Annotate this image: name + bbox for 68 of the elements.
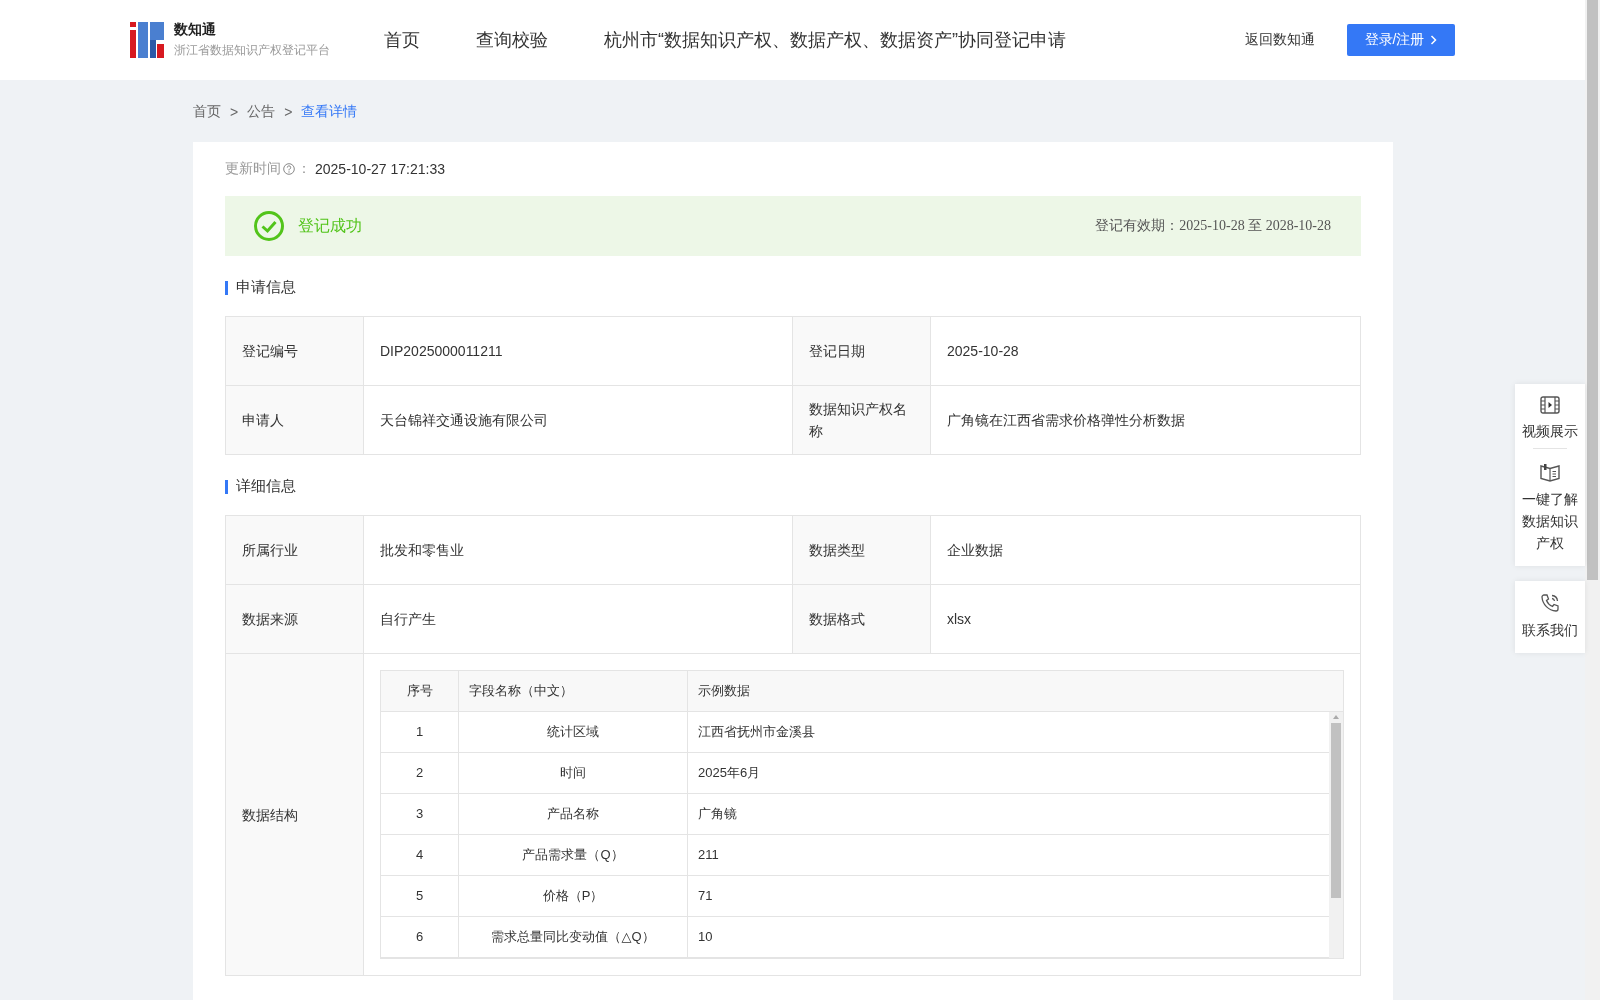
section-title: 申请信息 xyxy=(236,278,296,297)
update-separator: ： xyxy=(297,160,311,178)
validity-period: 2025-10-28 至 2028-10-28 xyxy=(1179,217,1331,235)
table-cell: 统计区域 xyxy=(459,712,688,752)
field-label: 数据来源 xyxy=(226,585,364,654)
scroll-up-icon[interactable] xyxy=(1332,714,1340,720)
table-cell: 3 xyxy=(381,794,459,834)
table-cell: 产品需求量（Q） xyxy=(459,835,688,875)
phone-icon xyxy=(1540,593,1560,613)
breadcrumb-separator: > xyxy=(284,104,293,120)
field-label: 数据知识产权名称 xyxy=(793,386,931,455)
field-label: 数据格式 xyxy=(793,585,931,654)
logo-title: 数知通 xyxy=(174,21,217,39)
side-link[interactable]: 一键了解数据知识产权 xyxy=(1515,463,1585,554)
update-label: 更新时间 xyxy=(225,160,281,178)
field-label: 数据结构 xyxy=(226,654,364,976)
field-value: 2025-10-28 xyxy=(931,317,1361,386)
logo-icon xyxy=(130,22,164,58)
table-cell-text: 10 xyxy=(697,928,714,946)
field-label: 登记日期 xyxy=(793,317,931,386)
table-cell: 4 xyxy=(381,835,459,875)
breadcrumb-link[interactable]: 查看详情 xyxy=(301,103,358,121)
update-time: 2025-10-27 17:21:33 xyxy=(315,161,445,177)
scrollbar[interactable] xyxy=(1329,712,1343,958)
logo-subtitle: 浙江省数据知识产权登记平台 xyxy=(174,42,330,59)
field-value: 企业数据 xyxy=(931,516,1361,585)
table-cell: 时间 xyxy=(459,753,688,793)
field-label: 所属行业 xyxy=(226,516,364,585)
table-cell-text: 广角镜 xyxy=(697,805,738,823)
breadcrumb-link[interactable]: 公告 xyxy=(247,103,276,121)
field-label: 申请人 xyxy=(226,386,364,455)
table-cell: 5 xyxy=(381,876,459,916)
table-cell: 价格（P） xyxy=(459,876,688,916)
validity-label: 登记有效期： xyxy=(1095,217,1180,235)
field-label: 数据类型 xyxy=(793,516,931,585)
status-text: 登记成功 xyxy=(298,215,362,236)
field-value: 广角镜在江西省需求价格弹性分析数据 xyxy=(931,386,1361,455)
table-cell-text: 211 xyxy=(697,846,720,864)
back-link[interactable]: 返回数知通 xyxy=(1245,31,1315,49)
table-cell: 产品名称 xyxy=(459,794,688,834)
table-cell-text: 江西省抚州市金溪县 xyxy=(697,723,816,741)
section-marker xyxy=(225,280,228,295)
film-icon xyxy=(1540,396,1560,414)
page-scrollbar[interactable] xyxy=(1585,0,1600,1000)
table-cell: 6 xyxy=(381,917,459,957)
nav-link[interactable]: 杭州市“数据知识产权、数据产权、数据资产”协同登记申请 xyxy=(604,28,1066,52)
side-link[interactable]: 视频展示 xyxy=(1515,396,1585,442)
column-header: 序号 xyxy=(381,671,459,711)
table-cell: 1 xyxy=(381,712,459,752)
section-marker xyxy=(225,479,228,494)
check-circle-icon xyxy=(253,210,285,242)
field-value: xlsx xyxy=(931,585,1361,654)
table-cell: 2 xyxy=(381,753,459,793)
nav-link[interactable]: 首页 xyxy=(384,28,420,52)
table-cell-text: 2025年6月 xyxy=(697,764,762,782)
table-cell: 需求总量同比变动值（△Q） xyxy=(459,917,688,957)
help-icon xyxy=(283,163,295,175)
nav-link[interactable]: 查询校验 xyxy=(476,28,548,52)
table-cell-text: 71 xyxy=(697,887,714,905)
login-button[interactable]: 登录/注册 xyxy=(1347,24,1455,56)
book-icon xyxy=(1540,463,1560,482)
section-title: 详细信息 xyxy=(236,477,296,496)
field-label: 登记编号 xyxy=(226,317,364,386)
breadcrumb-separator: > xyxy=(230,104,239,120)
column-header: 示例数据 xyxy=(697,682,751,700)
breadcrumb-link[interactable]: 首页 xyxy=(193,103,221,121)
chevron-icon xyxy=(1430,35,1438,45)
column-header: 字段名称（中文） xyxy=(459,671,688,711)
